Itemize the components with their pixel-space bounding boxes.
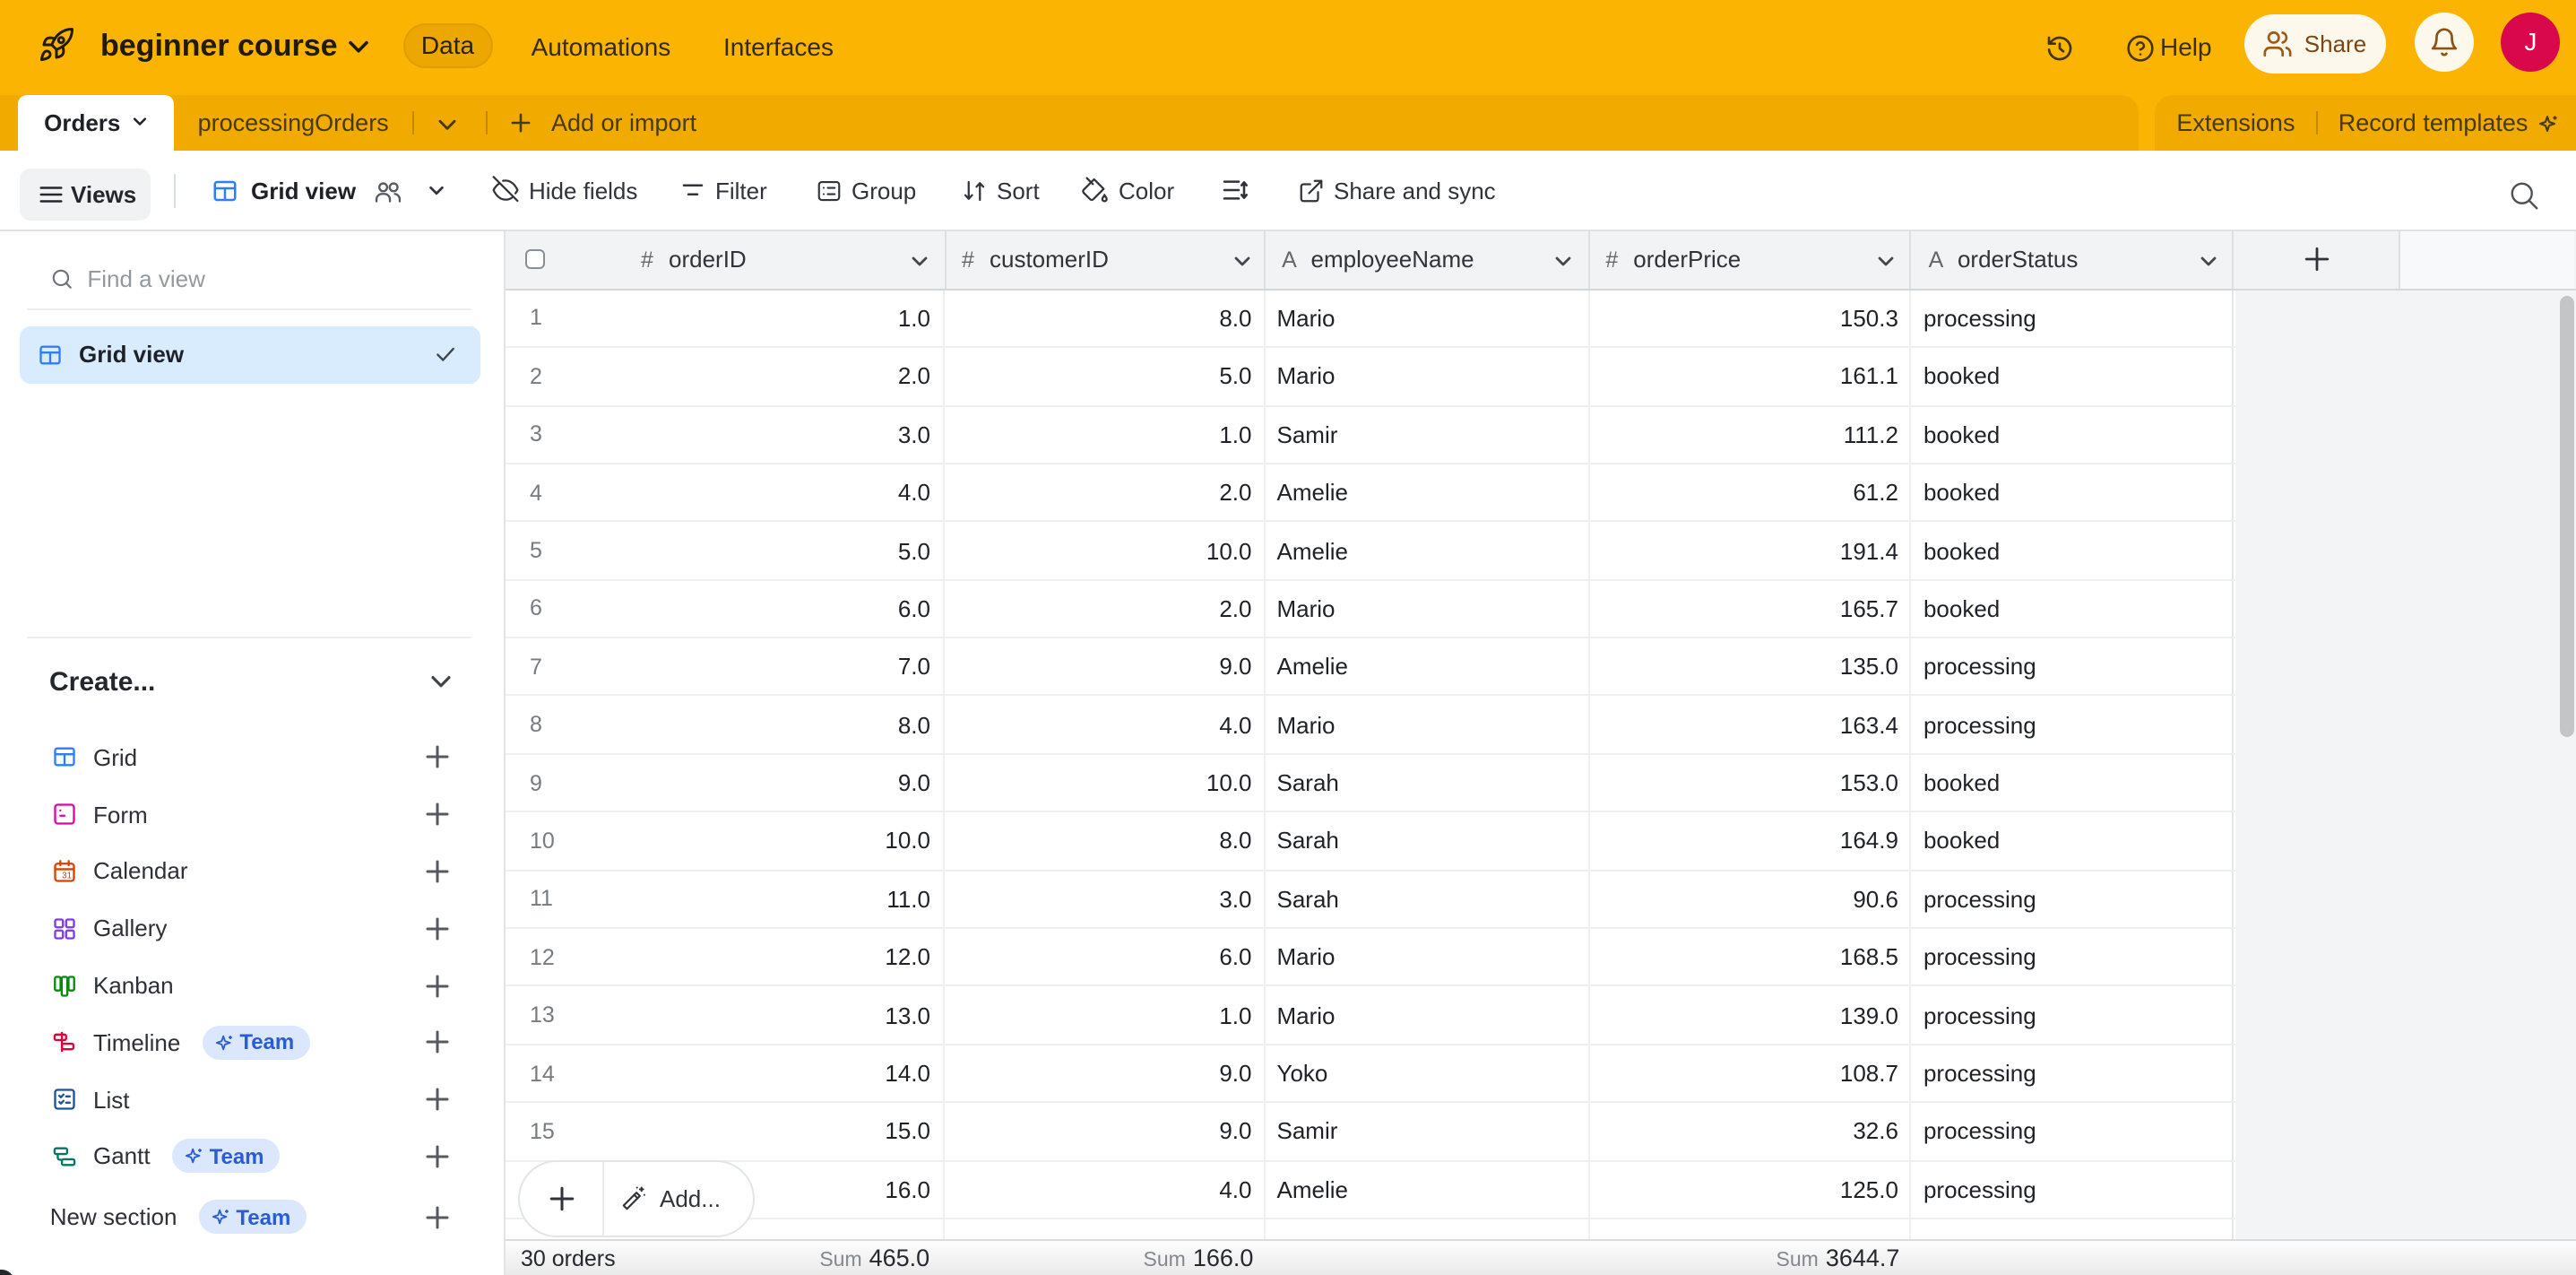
svg-text:31: 31 bbox=[61, 872, 72, 881]
